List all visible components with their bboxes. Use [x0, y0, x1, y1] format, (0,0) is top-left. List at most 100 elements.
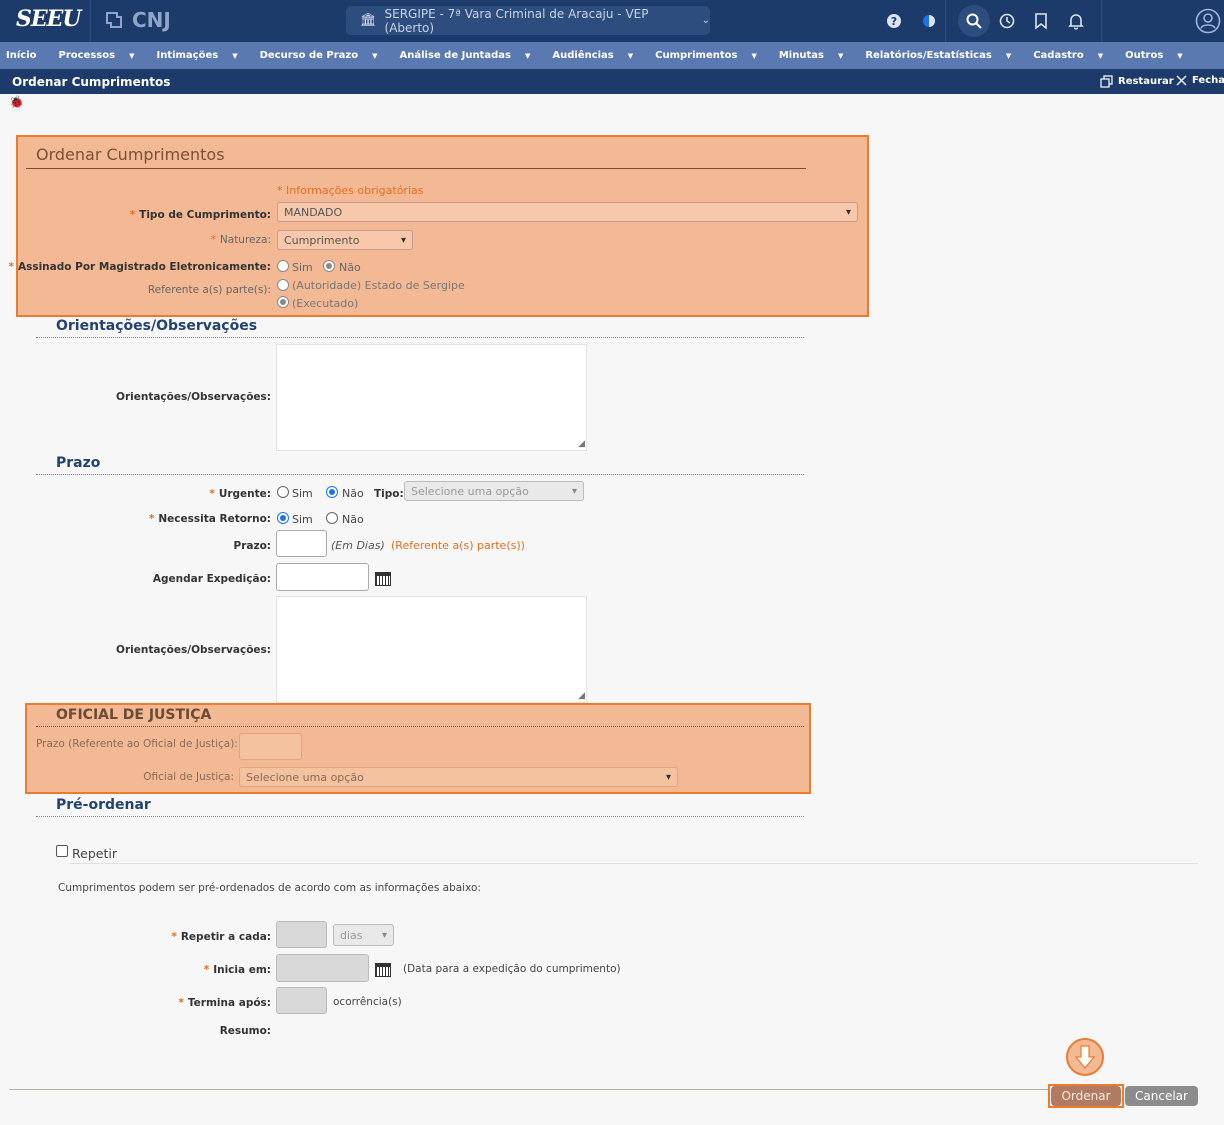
search-button[interactable] [958, 5, 990, 37]
restore-button[interactable]: Restaurar [1100, 75, 1174, 88]
resize-handle-icon[interactable]: ◢ [578, 439, 585, 449]
repetir-label: Repetir [72, 846, 117, 861]
help-icon[interactable]: ? [881, 8, 907, 34]
repetir-checkbox[interactable] [56, 845, 68, 857]
resize-handle-icon[interactable]: ◢ [578, 691, 585, 701]
inicia-label: * Inicia em: [203, 964, 271, 976]
prazo-label: Prazo: [233, 540, 271, 552]
bell-icon[interactable] [1063, 8, 1089, 34]
menu-item-inicio[interactable]: Início [6, 50, 48, 61]
inicia-input[interactable] [276, 954, 369, 982]
assinado-nao-radio[interactable] [323, 260, 335, 272]
parte-executado-radio[interactable] [277, 296, 289, 308]
radio-label: Não [342, 487, 364, 500]
natureza-select[interactable]: Cumprimento ▾ [277, 230, 413, 250]
menu-item-outros[interactable]: Outros ▼ [1125, 50, 1194, 61]
divider [90, 0, 91, 42]
menu-item-decurso[interactable]: Decurso de Prazo ▼ [260, 50, 389, 61]
repetir-cada-input[interactable] [276, 921, 327, 948]
chevron-down-icon: ▾ [845, 206, 851, 218]
menu-item-intimacoes[interactable]: Intimações ▼ [156, 50, 248, 61]
caret-down-icon: ▼ [1005, 52, 1012, 60]
contrast-icon[interactable] [916, 8, 942, 34]
prazo-obs-textarea[interactable]: ◢ [276, 596, 587, 703]
bookmark-icon[interactable] [1028, 8, 1054, 34]
agendar-input[interactable] [276, 563, 369, 591]
referente-partes-link[interactable]: (Referente a(s) parte(s)) [391, 539, 525, 552]
required-note: * Informações obrigatórias [277, 184, 424, 197]
menu-item-relatorios[interactable]: Relatórios/Estatísticas ▼ [865, 50, 1022, 61]
oficial-select[interactable]: Selecione uma opção ▾ [239, 767, 678, 787]
menu-item-cumprimentos[interactable]: Cumprimentos ▼ [655, 50, 768, 61]
urgente-label: * Urgente: [209, 488, 271, 500]
chevron-down-icon: ▾ [665, 771, 671, 783]
prazo-obs-label: Orientações/Observações: [116, 644, 271, 656]
prazo-input[interactable] [276, 530, 327, 557]
window-title-bar: Ordenar Cumprimentos Restaurar Fechar [0, 69, 1224, 94]
preordenar-info: Cumprimentos podem ser pré-ordenados de … [58, 882, 481, 894]
resumo-label: Resumo: [219, 1025, 271, 1037]
court-selector[interactable]: 🏛 SERGIPE - 7ª Vara Criminal de Aracaju … [346, 6, 710, 35]
chevron-down-icon: ⌄ [701, 15, 710, 26]
orientacoes-label: Orientações/Observações: [116, 391, 271, 403]
calendar-icon[interactable] [375, 572, 391, 586]
termina-input[interactable] [276, 987, 327, 1014]
repetir-unidade-select[interactable]: dias ▾ [333, 924, 394, 946]
caret-down-icon: ▼ [524, 52, 531, 60]
svg-text:?: ? [891, 15, 897, 28]
court-selector-label: SERGIPE - 7ª Vara Criminal de Aracaju - … [384, 6, 649, 35]
cnj-text: CNJ [132, 8, 171, 32]
natureza-label: * Natureza: [210, 234, 271, 246]
ordenar-button[interactable]: Ordenar [1051, 1086, 1121, 1106]
em-dias-hint: (Em Dias) [331, 539, 385, 552]
oficial-prazo-input[interactable] [239, 733, 302, 760]
parte-autoridade-radio[interactable] [277, 279, 289, 291]
menu-item-audiencias[interactable]: Audiências ▼ [552, 50, 644, 61]
tipo-prazo-label: Tipo: [374, 488, 404, 500]
radio-label: Não [339, 261, 361, 274]
tipo-prazo-select[interactable]: Selecione uma opção ▾ [404, 481, 584, 501]
urgente-nao-radio[interactable] [326, 486, 338, 498]
chevron-down-icon: ▾ [381, 929, 387, 941]
calendar-icon[interactable] [375, 963, 391, 977]
radio-label: Sim [292, 261, 313, 274]
tipo-label: * Tipo de Cumprimento: [129, 209, 271, 221]
inicia-hint: (Data para a expedição do cumprimento) [403, 963, 621, 975]
heading-divider [26, 168, 806, 169]
orientacoes-textarea[interactable]: ◢ [276, 344, 587, 451]
menu-item-cadastro[interactable]: Cadastro ▼ [1033, 50, 1114, 61]
assinado-sim-radio[interactable] [277, 260, 289, 272]
cancelar-button[interactable]: Cancelar [1125, 1086, 1198, 1106]
repetir-cada-label: * Repetir a cada: [171, 931, 271, 943]
cnj-emblem-icon [106, 12, 122, 28]
retorno-sim-radio[interactable] [277, 512, 289, 524]
tipo-select[interactable]: MANDADO ▾ [277, 202, 858, 222]
section-divider [36, 337, 804, 338]
radio-label: Sim [292, 487, 313, 500]
caret-down-icon: ▼ [129, 52, 135, 60]
history-icon[interactable] [994, 8, 1020, 34]
urgente-sim-radio[interactable] [277, 486, 289, 498]
caret-down-icon: ▼ [232, 52, 238, 60]
menu-item-minutas[interactable]: Minutas ▼ [779, 50, 855, 61]
radio-label: (Autoridade) Estado de Sergipe [292, 279, 465, 292]
menu-item-processos[interactable]: Processos ▼ [59, 50, 146, 61]
user-avatar-icon[interactable] [1194, 8, 1222, 34]
caret-down-icon: ▼ [627, 52, 634, 60]
radio-label: Sim [292, 513, 313, 526]
ocorrencias-label: ocorrência(s) [333, 996, 402, 1008]
caret-down-icon: ▼ [751, 52, 757, 60]
menu-item-analise[interactable]: Análise de Juntadas ▼ [400, 50, 542, 61]
footer-divider [9, 1089, 1049, 1090]
agendar-label: Agendar Expedição: [152, 573, 271, 585]
retorno-nao-radio[interactable] [326, 512, 338, 524]
caret-down-icon: ▼ [372, 52, 378, 60]
referente-label: Referente a(s) parte(s): [147, 284, 271, 296]
section-title-prazo: Prazo [56, 455, 101, 471]
section-divider [36, 726, 804, 727]
close-button[interactable]: Fechar [1176, 75, 1224, 86]
section-title-orientacoes: Orientações/Observações [56, 318, 258, 334]
cnj-logo: CNJ [104, 8, 171, 32]
seeu-logo[interactable]: SEEU [16, 6, 82, 32]
bug-icon: 🐞 [9, 95, 24, 109]
